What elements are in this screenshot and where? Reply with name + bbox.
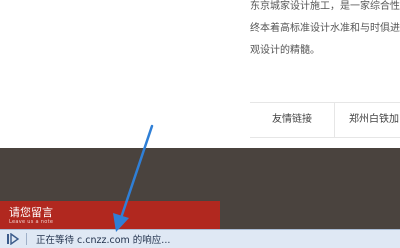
page-content: 东京城家设计施工，是一家综合性 终本着高标准设计水准和与时俱进 观设计的精髓。 … bbox=[0, 0, 400, 148]
intro-line-1: 东京城家设计施工，是一家综合性 bbox=[250, 1, 400, 12]
leave-message-subtitle: Leave us a note bbox=[9, 219, 54, 225]
partner-links-bar: 友情链接 郑州白铁加 bbox=[250, 102, 400, 138]
partner-link[interactable]: 郑州白铁加 bbox=[335, 103, 400, 137]
partner-links-label: 友情链接 bbox=[250, 103, 335, 137]
leave-message-button[interactable]: 请您留言 Leave us a note bbox=[0, 201, 220, 230]
intro-line-3: 观设计的精髓。 bbox=[250, 45, 320, 56]
play-icon bbox=[7, 233, 20, 245]
intro-line-2: 终本着高标准设计水准和与时俱进 bbox=[250, 23, 400, 34]
status-separator bbox=[26, 233, 27, 245]
leave-message-title: 请您留言 bbox=[9, 206, 53, 219]
intro-paragraph: 东京城家设计施工，是一家综合性 终本着高标准设计水准和与时俱进 观设计的精髓。 bbox=[250, 0, 400, 62]
status-text: 正在等待 c.cnzz.com 的响应... bbox=[36, 235, 171, 246]
browser-status-bar: 正在等待 c.cnzz.com 的响应... bbox=[0, 229, 400, 248]
